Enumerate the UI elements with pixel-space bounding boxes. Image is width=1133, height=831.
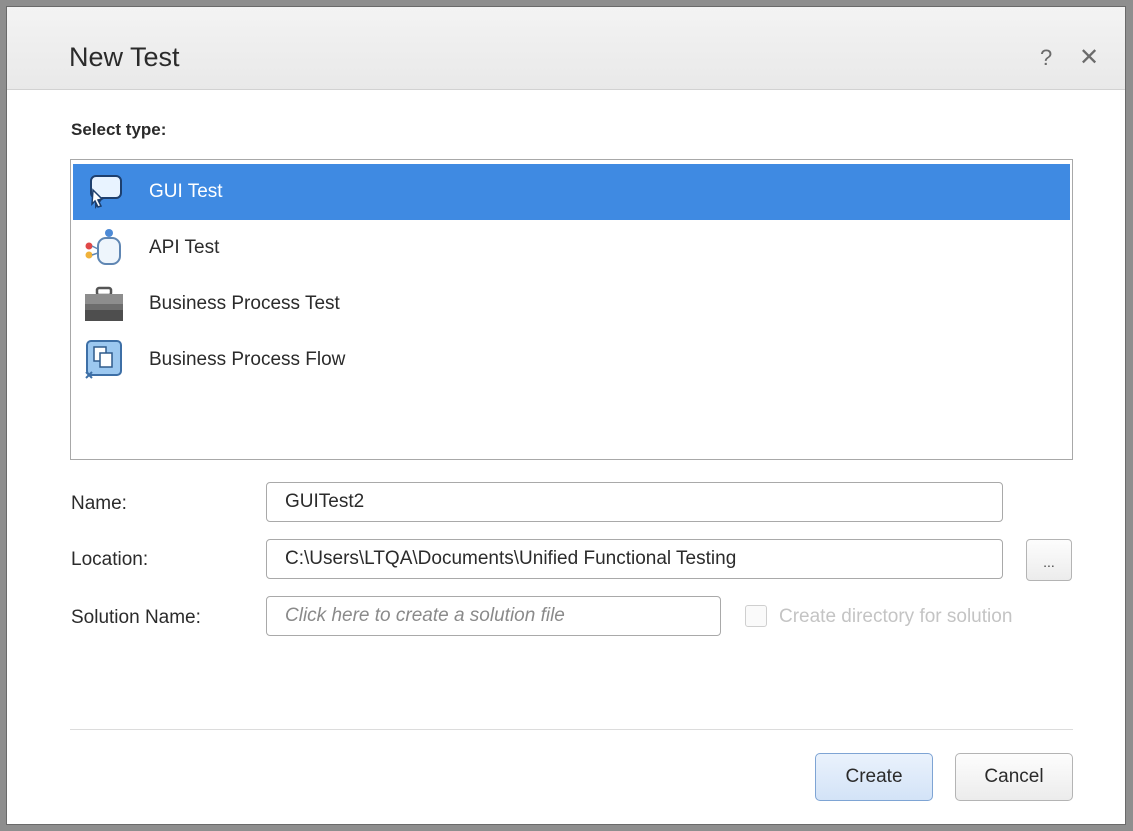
dialog-title: New Test [69, 42, 180, 72]
cancel-button[interactable]: Cancel [955, 753, 1073, 801]
process-flow-icon [79, 336, 129, 384]
select-type-label: Select type: [71, 120, 167, 139]
create-button[interactable]: Create [815, 753, 933, 801]
list-item-label: GUI Test [149, 181, 223, 202]
solution-name-label: Solution Name: [71, 607, 201, 628]
list-item-business-process-flow[interactable]: Business Process Flow [73, 332, 1070, 388]
title-bar: New Test ? ✕ [7, 7, 1125, 90]
list-item-label: API Test [149, 237, 220, 258]
divider [70, 729, 1073, 730]
test-type-list[interactable]: GUI Test API Test Business Process Test … [70, 159, 1073, 460]
name-field[interactable] [266, 482, 1003, 522]
help-button[interactable]: ? [1040, 45, 1052, 71]
new-test-dialog: New Test ? ✕ Select type: GUI Test API T… [6, 6, 1126, 825]
close-button[interactable]: ✕ [1079, 43, 1099, 72]
create-directory-label: Create directory for solution [779, 606, 1013, 627]
api-test-icon [79, 224, 129, 272]
briefcase-icon [79, 280, 129, 328]
list-item-label: Business Process Flow [149, 349, 346, 370]
solution-name-field[interactable] [266, 596, 721, 636]
list-item-business-process-test[interactable]: Business Process Test [73, 276, 1070, 332]
list-item-gui-test[interactable]: GUI Test [73, 164, 1070, 220]
create-directory-checkbox[interactable] [745, 605, 767, 627]
location-field[interactable] [266, 539, 1003, 579]
list-item-api-test[interactable]: API Test [73, 220, 1070, 276]
gui-test-icon [79, 168, 129, 216]
name-label: Name: [71, 493, 127, 514]
location-label: Location: [71, 549, 149, 570]
browse-button[interactable]: ... [1026, 539, 1072, 581]
list-item-label: Business Process Test [149, 293, 340, 314]
